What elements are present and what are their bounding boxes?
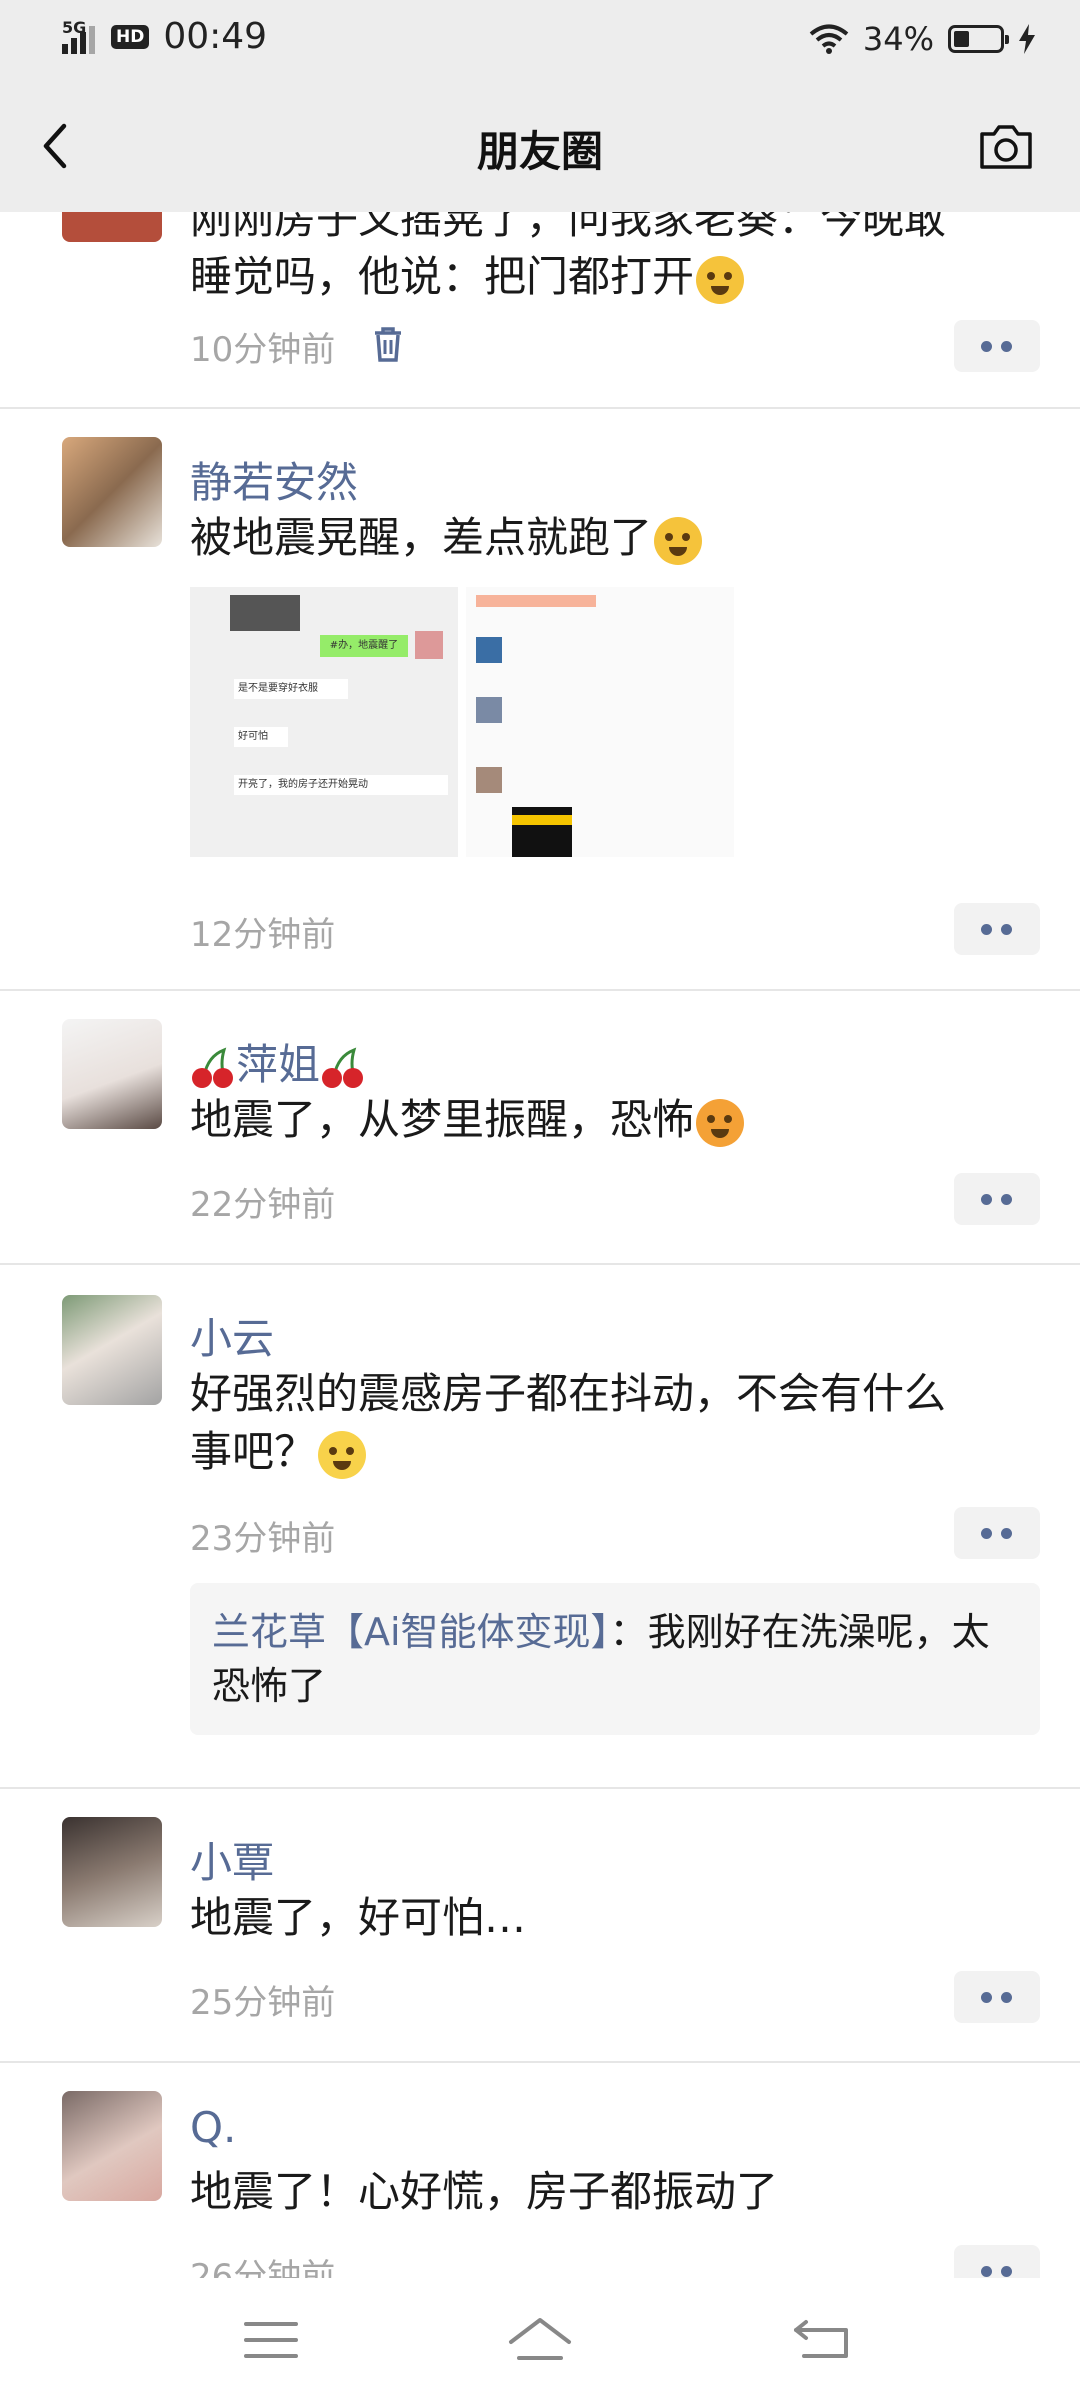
comment-separator: ： <box>609 1610 648 1654</box>
image-bubble: 是不是要穿好衣服 <box>234 679 348 699</box>
post-image[interactable]: #办，地震醒了 是不是要穿好衣服 好可怕 开亮了，我的房子还开始晃动 <box>190 587 458 857</box>
moment-post: 小云 好强烈的震感房子都在抖动，不会有什么 事吧？ 23分钟前 兰花草【Ai智能… <box>0 1265 1080 1789</box>
post-text-line: 好强烈的震感房子都在抖动，不会有什么 <box>190 1369 947 1418</box>
camera-icon[interactable] <box>976 122 1036 172</box>
image-avatar <box>415 631 443 659</box>
post-text: 被地震晃醒，差点就跑了 <box>190 509 1020 567</box>
image-bubble: #办，地震醒了 <box>320 635 408 657</box>
home-icon[interactable] <box>505 2312 575 2368</box>
post-time: 12分钟前 <box>190 915 336 955</box>
page-title: 朋友圈 <box>476 127 603 176</box>
avatar[interactable] <box>62 1019 162 1129</box>
post-text-span: 地震了，从梦里振醒，恐怖 <box>190 1095 695 1144</box>
nav-bar: 朋友圈 <box>0 80 1080 212</box>
more-actions-button[interactable] <box>954 1173 1040 1225</box>
image-avatar <box>476 697 502 723</box>
moments-feed[interactable]: 刚刚房子又摇晃了，问我家老葵：今晚敢 睡觉吗，他说：把门都打开 10分钟前 静若… <box>0 132 1080 2323</box>
charging-icon <box>1019 24 1035 54</box>
user-name[interactable]: 小云 <box>190 1305 274 1366</box>
scared-emoji-icon <box>696 1098 745 1147</box>
post-text: 地震了，好可怕… <box>190 1893 527 1942</box>
moment-post: 萍姐 地震了，从梦里振醒，恐怖 22分钟前 <box>0 991 1080 1265</box>
more-actions-button[interactable] <box>954 1507 1040 1559</box>
post-time: 25分钟前 <box>190 1983 336 2023</box>
cherry-icon <box>322 1047 364 1088</box>
post-text: 好强烈的震感房子都在抖动，不会有什么 事吧？ <box>190 1365 1020 1481</box>
post-time: 10分钟前 <box>190 330 336 370</box>
status-right: 34% <box>809 20 1036 58</box>
back-icon[interactable] <box>786 2312 856 2368</box>
comment[interactable]: 兰花草【Ai智能体变现】：我刚好在洗澡呢，太恐怖了 <box>190 1583 1040 1735</box>
image-avatar <box>476 767 502 793</box>
image-block <box>512 815 572 825</box>
moment-post: 刚刚房子又摇晃了，问我家老葵：今晚敢 睡觉吗，他说：把门都打开 10分钟前 <box>0 132 1080 409</box>
post-time: 23分钟前 <box>190 1519 336 1559</box>
post-image[interactable] <box>466 587 734 857</box>
status-bar: 5G HD 00:49 34% <box>0 0 1080 80</box>
hd-badge: HD <box>111 24 150 49</box>
more-actions-button[interactable] <box>954 320 1040 372</box>
image-bubble: 开亮了，我的房子还开始晃动 <box>234 775 448 795</box>
laugh-cry-emoji-icon <box>696 255 745 304</box>
post-text: 地震了！心好慌，房子都振动了 <box>190 2167 779 2216</box>
user-name[interactable]: 小覃 <box>190 1829 274 1890</box>
system-navigation-bar <box>0 2278 1080 2408</box>
post-text-line: 睡觉吗，他说：把门都打开 <box>190 248 1020 306</box>
post-text-span: 睡觉吗，他说：把门都打开 <box>190 252 695 301</box>
post-text-line: 事吧？ <box>190 1423 1020 1481</box>
battery-level <box>954 31 969 47</box>
post-text: 地震了，从梦里振醒，恐怖 <box>190 1091 1020 1149</box>
image-block <box>476 595 596 607</box>
cherry-icon <box>192 1047 233 1088</box>
trash-icon[interactable] <box>373 326 403 362</box>
wifi-icon <box>809 24 849 54</box>
user-name[interactable]: Q. <box>190 2103 236 2152</box>
comment-text: 恐怖了 <box>212 1664 327 1708</box>
network-type: 5G <box>62 17 87 37</box>
avatar[interactable] <box>62 1295 162 1405</box>
avatar[interactable] <box>62 2091 162 2201</box>
moment-post: 静若安然 被地震晃醒，差点就跑了 #办，地震醒了 是不是要穿好衣服 好可怕 开亮… <box>0 409 1080 991</box>
battery-icon <box>948 25 1009 53</box>
status-left: 5G HD 00:49 <box>62 16 267 57</box>
comment-text: 我刚好在洗澡呢，太 <box>647 1610 990 1654</box>
post-time: 22分钟前 <box>190 1185 336 1225</box>
signal-icon: 5G <box>62 17 95 54</box>
user-name[interactable]: 萍姐 <box>190 1031 366 1092</box>
comment-author[interactable]: 兰花草【Ai智能体变现】 <box>212 1610 610 1654</box>
menu-icon[interactable] <box>236 2312 306 2368</box>
moment-post: 小覃 地震了，好可怕… 25分钟前 <box>0 1789 1080 2063</box>
clock: 00:49 <box>163 16 268 57</box>
more-actions-button[interactable] <box>954 903 1040 955</box>
more-actions-button[interactable] <box>954 1971 1040 2023</box>
avatar[interactable] <box>62 437 162 547</box>
laugh-cry-emoji-icon <box>654 516 703 565</box>
image-avatar <box>476 637 502 663</box>
user-name[interactable]: 静若安然 <box>190 449 358 510</box>
post-text-span: 被地震晃醒，差点就跑了 <box>190 513 653 562</box>
user-name-text[interactable]: 萍姐 <box>236 1040 320 1089</box>
battery-percent: 34% <box>862 20 934 58</box>
surprised-emoji-icon <box>318 1430 367 1479</box>
image-bubble: 好可怕 <box>234 727 288 747</box>
post-text-span: 事吧？ <box>190 1427 317 1476</box>
avatar[interactable] <box>62 1817 162 1927</box>
image-block <box>230 595 300 631</box>
